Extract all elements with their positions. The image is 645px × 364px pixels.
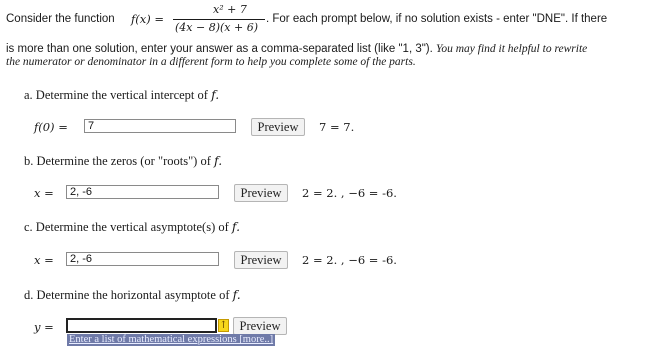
up-arrow-icon[interactable]: ↑ xyxy=(218,319,229,332)
answer-b-label: x = xyxy=(34,186,54,200)
preview-d-button[interactable]: Preview xyxy=(233,317,287,335)
answer-a-input[interactable]: 7 xyxy=(84,119,236,133)
question-c-text: c. Determine the vertical asymptote(s) o… xyxy=(24,220,232,234)
answer-a-label: f(0) = xyxy=(34,120,68,134)
intro-text: Consider the function xyxy=(6,13,115,25)
fraction-bar xyxy=(173,19,265,20)
preview-c-button[interactable]: Preview xyxy=(234,251,288,269)
preview-b-result: 2 = 2. , −6 = -6. xyxy=(302,186,397,200)
fraction-numerator: x² + 7 xyxy=(213,3,247,16)
function-label: f(x) = xyxy=(131,12,165,26)
question-b-var: f. xyxy=(214,153,223,168)
question-a-text: a. Determine the vertical intercept of xyxy=(24,88,212,102)
preview-a-result: 7 = 7. xyxy=(319,120,355,134)
answer-d-label: y = xyxy=(34,320,54,334)
question-a: a. Determine the vertical intercept of f… xyxy=(24,87,219,103)
preview-b-button[interactable]: Preview xyxy=(234,184,288,202)
question-b-text: b. Determine the zeros (or "roots") of xyxy=(24,154,215,168)
instruction-hint-italic: You may find it helpful to rewrite xyxy=(436,43,588,55)
question-d-var: f. xyxy=(232,287,241,302)
fraction-denominator: (4x − 8)(x + 6) xyxy=(175,21,258,34)
instruction-line-2: is more than one solution, enter your an… xyxy=(6,41,587,55)
preview-c-result: 2 = 2. , −6 = -6. xyxy=(302,253,397,267)
question-c-var: f. xyxy=(231,219,241,234)
question-c: c. Determine the vertical asymptote(s) o… xyxy=(24,219,240,235)
instruction-line-3: the numerator or denominator in a differ… xyxy=(6,56,416,68)
intro-instructions: . For each prompt below, if no solution … xyxy=(266,13,608,25)
answer-d-input[interactable] xyxy=(66,318,217,333)
question-b: b. Determine the zeros (or "roots") of f… xyxy=(24,153,222,169)
question-d: d. Determine the horizontal asymptote of… xyxy=(24,287,241,303)
instruction-plain: is more than one solution, enter your an… xyxy=(6,43,437,55)
preview-a-button[interactable]: Preview xyxy=(251,118,305,136)
answer-c-label: x = xyxy=(34,253,54,267)
answer-c-input[interactable]: 2, -6 xyxy=(66,252,219,266)
input-format-hint-link[interactable]: Enter a list of mathematical expressions… xyxy=(67,334,276,346)
question-a-var: f. xyxy=(211,87,220,102)
question-d-text: d. Determine the horizontal asymptote of xyxy=(24,288,233,302)
answer-b-input[interactable]: 2, -6 xyxy=(66,185,219,199)
